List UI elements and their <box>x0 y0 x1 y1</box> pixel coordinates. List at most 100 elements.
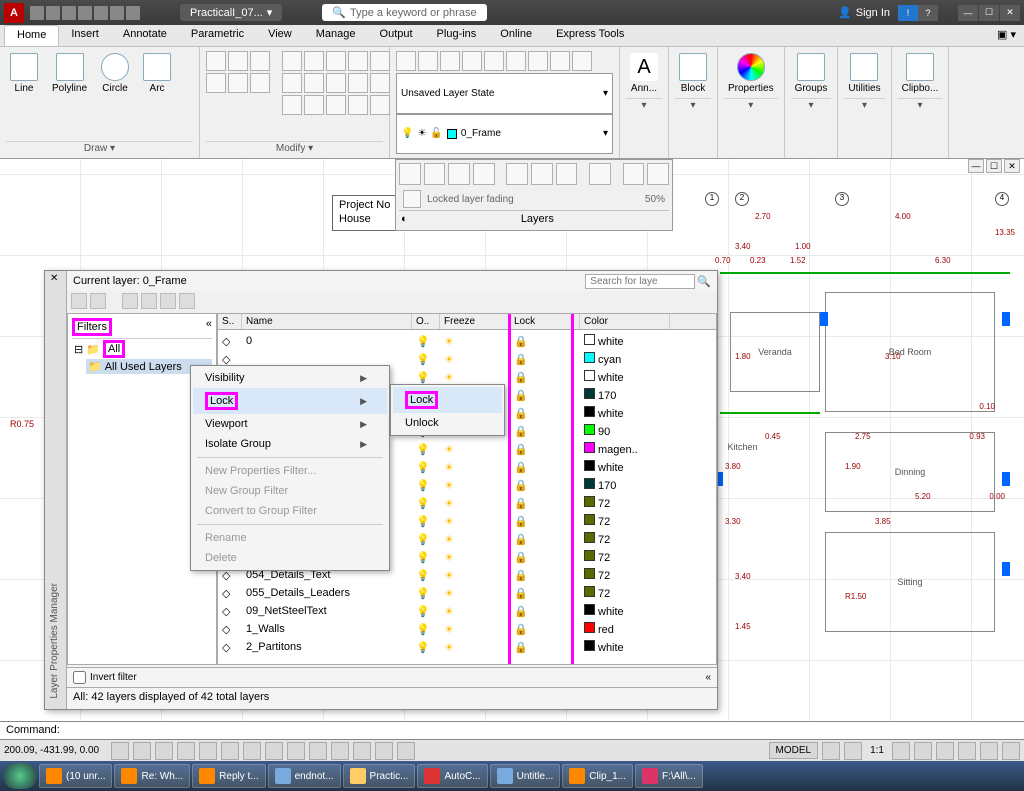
ctx-convert-group[interactable]: Convert to Group Filter <box>193 501 387 521</box>
freeze-toggle[interactable]: ☀ <box>440 605 510 618</box>
properties-button[interactable]: Properties <box>724 51 778 96</box>
freeze-toggle[interactable]: ☀ <box>440 641 510 654</box>
lock-toggle[interactable]: 🔒 <box>510 515 580 528</box>
on-toggle[interactable]: 💡 <box>412 335 440 348</box>
stretch-icon[interactable] <box>282 95 302 115</box>
anno-scale[interactable]: 1:1 <box>866 745 888 756</box>
color-cell[interactable]: white <box>580 604 670 618</box>
layer-icon[interactable] <box>550 51 570 71</box>
array-icon[interactable] <box>326 95 346 115</box>
tab-parametric[interactable]: Parametric <box>179 25 256 46</box>
help-icon[interactable]: ? <box>918 5 938 21</box>
ortho-toggle[interactable] <box>155 742 173 760</box>
command-line[interactable]: Command: <box>0 721 1024 739</box>
on-toggle[interactable]: 💡 <box>412 371 440 384</box>
hatch-icon[interactable] <box>228 51 248 71</box>
otrack-toggle[interactable] <box>221 742 239 760</box>
freeze-toggle[interactable]: ☀ <box>440 371 510 384</box>
line-button[interactable]: Line <box>6 51 42 96</box>
lock-toggle[interactable]: 🔒 <box>510 551 580 564</box>
tab-home[interactable]: Home <box>4 25 59 46</box>
rectangle-icon[interactable] <box>206 51 226 71</box>
tab-insert[interactable]: Insert <box>59 25 111 46</box>
tab-plugins[interactable]: Plug-ins <box>425 25 489 46</box>
clipboard-button[interactable]: Clipbo... <box>898 51 943 96</box>
layer-tool-icon[interactable] <box>506 163 528 185</box>
layer-icon[interactable] <box>528 51 548 71</box>
layer-icon[interactable] <box>418 51 438 71</box>
sc-toggle[interactable] <box>375 742 393 760</box>
layer-row[interactable]: ◇2_Partitons💡☀🔒white <box>218 638 716 656</box>
color-cell[interactable]: red <box>580 622 670 636</box>
on-toggle[interactable]: 💡 <box>412 353 440 366</box>
on-toggle[interactable]: 💡 <box>412 551 440 564</box>
document-tab[interactable]: PracticalI_07...▾ <box>180 4 282 21</box>
layer-icon[interactable] <box>506 51 526 71</box>
annotation-button[interactable]: AAnn... <box>626 51 662 96</box>
color-cell[interactable]: 72 <box>580 550 670 564</box>
minimize-button[interactable]: — <box>958 5 978 21</box>
status-icon[interactable] <box>914 742 932 760</box>
tab-annotate[interactable]: Annotate <box>111 25 179 46</box>
status-icon[interactable] <box>892 742 910 760</box>
taskbar-item[interactable]: Reply t... <box>192 764 265 788</box>
help-search[interactable]: 🔍 Type a keyword or phrase <box>322 4 486 21</box>
dyn-toggle[interactable] <box>243 742 261 760</box>
app-icon[interactable]: A <box>4 3 24 23</box>
lock-toggle[interactable]: 🔒 <box>510 605 580 618</box>
color-cell[interactable]: 72 <box>580 496 670 510</box>
arc-button[interactable]: Arc <box>139 51 175 96</box>
layer-props-icon[interactable] <box>396 51 416 71</box>
freeze-toggle[interactable]: ☀ <box>440 533 510 546</box>
color-cell[interactable]: 72 <box>580 514 670 528</box>
tab-online[interactable]: Online <box>488 25 544 46</box>
lock-toggle[interactable]: 🔒 <box>510 587 580 600</box>
qat-save-icon[interactable] <box>62 6 76 20</box>
modify-icon[interactable] <box>206 73 226 93</box>
qat-undo-icon[interactable] <box>110 6 124 20</box>
color-cell[interactable]: white <box>580 460 670 474</box>
lock-toggle[interactable]: 🔒 <box>510 641 580 654</box>
ribbon-extras-icon[interactable]: ▣ ▾ <box>989 25 1024 46</box>
freeze-toggle[interactable]: ☀ <box>440 335 510 348</box>
layer-row[interactable]: ◇055_Details_Leaders💡☀🔒72 <box>218 584 716 602</box>
layers-slideout-label[interactable]: ◐Layers <box>399 210 669 227</box>
maximize-button[interactable]: ☐ <box>979 5 999 21</box>
sc-toggle[interactable] <box>331 742 349 760</box>
qp-toggle[interactable] <box>287 742 305 760</box>
sc-toggle[interactable] <box>309 742 327 760</box>
status-icon[interactable] <box>844 742 862 760</box>
tab-view[interactable]: View <box>256 25 304 46</box>
delete-layer-icon[interactable] <box>160 293 176 309</box>
ctx-new-prop-filter[interactable]: New Properties Filter... <box>193 461 387 481</box>
freeze-toggle[interactable]: ☀ <box>440 497 510 510</box>
ellipse-icon[interactable] <box>250 51 270 71</box>
col-freeze[interactable]: Freeze <box>440 314 510 329</box>
layer-tool-icon[interactable] <box>589 163 611 185</box>
lock-fade-icon[interactable] <box>403 190 421 208</box>
on-toggle[interactable]: 💡 <box>412 461 440 474</box>
status-icon[interactable] <box>936 742 954 760</box>
extend-icon[interactable] <box>348 51 368 71</box>
status-icon[interactable] <box>958 742 976 760</box>
layer-search-input[interactable] <box>585 274 695 289</box>
qat-new-icon[interactable] <box>30 6 44 20</box>
invert-filter-checkbox[interactable] <box>73 671 86 684</box>
join-icon[interactable] <box>370 95 390 115</box>
taskbar-item[interactable]: (10 unr... <box>39 764 112 788</box>
lock-toggle[interactable]: 🔒 <box>510 569 580 582</box>
lock-toggle[interactable]: 🔒 <box>510 335 580 348</box>
color-cell[interactable]: 72 <box>580 586 670 600</box>
color-cell[interactable]: magen.. <box>580 442 670 456</box>
layer-icon[interactable] <box>484 51 504 71</box>
layer-tool-icon[interactable] <box>531 163 553 185</box>
set-current-icon[interactable] <box>179 293 195 309</box>
palette-close-icon[interactable]: ✕ <box>50 273 58 284</box>
layer-tool-icon[interactable] <box>556 163 578 185</box>
ctx-viewport[interactable]: Viewport▶ <box>193 414 387 434</box>
taskbar-item[interactable]: Clip_1... <box>562 764 633 788</box>
freeze-toggle[interactable]: ☀ <box>440 623 510 636</box>
fillet-icon[interactable] <box>326 73 346 93</box>
layer-state-combo[interactable]: Unsaved Layer State▾ <box>396 73 613 114</box>
utilities-button[interactable]: Utilities <box>844 51 884 96</box>
